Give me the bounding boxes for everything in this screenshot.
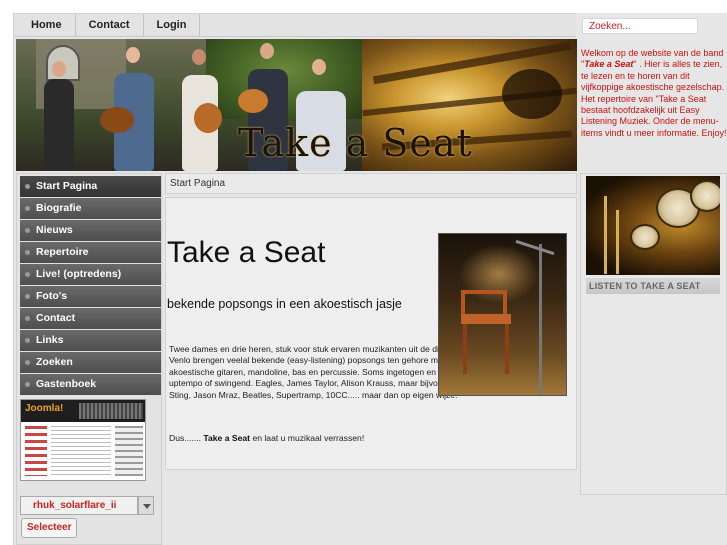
bullet-icon [25, 272, 30, 277]
page-wrapper: Home Contact Login Zoeken... Take a Seat… [13, 13, 727, 545]
search-box [582, 18, 698, 34]
sidebar-item-biografie[interactable]: Biografie [20, 198, 161, 219]
main-content: Take a Seat bekende popsongs in een akoe… [165, 197, 577, 470]
select-template-button[interactable]: Selecteer [21, 518, 78, 538]
sidebar-item-fotos[interactable]: Foto's [20, 286, 161, 307]
welcome-text: Welkom op de website van de band "Take a… [581, 48, 727, 138]
welcome-band-name: Take a Seat [584, 59, 634, 70]
top-nav: Home Contact Login [14, 13, 576, 37]
breadcrumb: Start Pagina [165, 173, 577, 194]
sidebar-item-gastenboek[interactable]: Gastenboek [20, 374, 161, 395]
left-sidebar: Start Pagina Biografie Nieuws Repertoire… [16, 173, 162, 545]
chair-photo [438, 233, 567, 396]
chevron-down-icon[interactable] [138, 496, 154, 515]
bullet-icon [25, 206, 30, 211]
sidebar-item-contact[interactable]: Contact [20, 308, 161, 329]
topnav-login-link[interactable]: Login [144, 14, 201, 36]
bullet-icon [25, 338, 30, 343]
sidebar-item-live[interactable]: Live! (optredens) [20, 264, 161, 285]
bullet-icon [25, 294, 30, 299]
listen-link[interactable]: LISTEN TO TAKE A SEAT [586, 278, 720, 294]
bullet-icon [25, 228, 30, 233]
article-closing: Dus....... Take a Seat en laat u muzikaa… [169, 433, 365, 443]
sidebar-item-start-pagina[interactable]: Start Pagina [20, 176, 161, 197]
banner-title: Take a Seat [238, 121, 473, 165]
topnav-home-link[interactable]: Home [14, 14, 76, 36]
page-subtitle: bekende popsongs in een akoestisch jasje [167, 297, 402, 311]
bullet-icon [25, 184, 30, 189]
main-menu: Start Pagina Biografie Nieuws Repertoire… [20, 176, 161, 396]
template-preview-thumbnail[interactable]: Joomla! [20, 399, 146, 481]
template-select[interactable]: rhuk_solarflare_ii [20, 496, 138, 515]
bullet-icon [25, 382, 30, 387]
bullet-icon [25, 316, 30, 321]
joomla-logo: Joomla! [25, 403, 64, 414]
bullet-icon [25, 360, 30, 365]
sidebar-item-zoeken[interactable]: Zoeken [20, 352, 161, 373]
header-banner: Take a Seat [16, 39, 577, 171]
bullet-icon [25, 250, 30, 255]
page-title: Take a Seat [167, 236, 326, 269]
right-sidebar: LISTEN TO TAKE A SEAT [580, 173, 727, 495]
search-input[interactable] [583, 19, 697, 33]
sidebar-item-nieuws[interactable]: Nieuws [20, 220, 161, 241]
drum-photo [586, 176, 720, 275]
topnav-contact-link[interactable]: Contact [76, 14, 144, 36]
sidebar-item-repertoire[interactable]: Repertoire [20, 242, 161, 263]
sidebar-item-links[interactable]: Links [20, 330, 161, 351]
